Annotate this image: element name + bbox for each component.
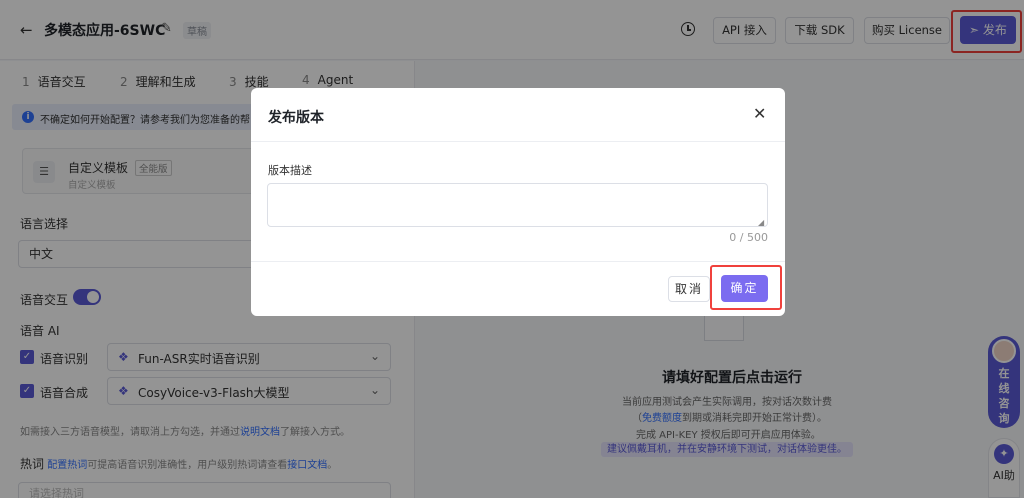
divider [251,141,785,142]
version-description-label: 版本描述 [268,164,312,177]
close-icon[interactable]: ✕ [753,104,766,123]
confirm-highlight-box [710,265,782,310]
char-counter: 0 / 500 [729,231,768,244]
dialog-title: 发布版本 [268,110,324,126]
cancel-button[interactable]: 取消 [668,276,710,302]
publish-version-dialog: 发布版本 ✕ 版本描述 ◢ 0 / 500 取消 确定 [251,88,785,316]
version-description-input[interactable] [267,183,768,227]
divider [251,261,785,262]
